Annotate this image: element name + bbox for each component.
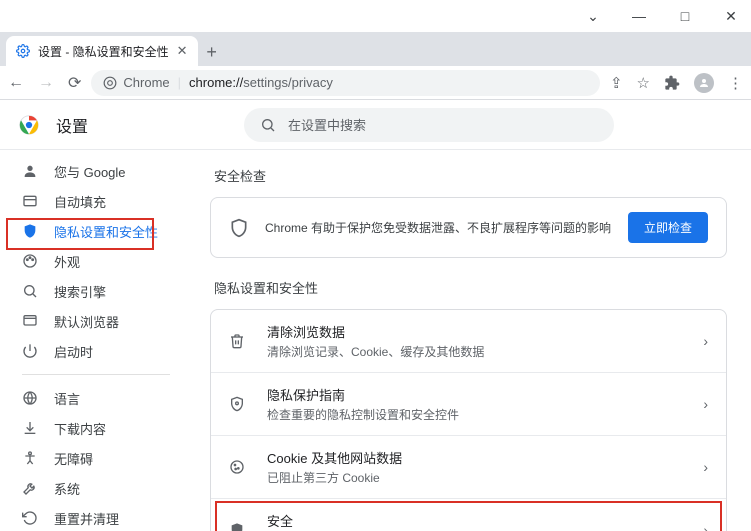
accessibility-icon — [22, 450, 40, 466]
sidebar-item-label: 自动填充 — [54, 192, 106, 211]
safety-check-card: Chrome 有助于保护您免受数据泄露、不良扩展程序等问题的影响 立即检查 — [210, 197, 727, 258]
settings-header: 设置 在设置中搜索 — [0, 100, 751, 150]
search-icon — [22, 283, 40, 299]
extensions-icon[interactable] — [664, 75, 680, 91]
sidebar-item-power[interactable]: 启动时 — [0, 336, 172, 366]
browser-icon — [22, 313, 40, 329]
run-safety-check-button[interactable]: 立即检查 — [628, 212, 708, 243]
settings-search[interactable]: 在设置中搜索 — [244, 108, 614, 142]
share-icon[interactable]: ⇪ — [610, 74, 623, 92]
content-area: 安全检查 Chrome 有助于保护您免受数据泄露、不良扩展程序等问题的影响 立即… — [186, 150, 751, 531]
search-placeholder: 在设置中搜索 — [288, 115, 366, 134]
row-title: 安全 — [267, 511, 685, 530]
sidebar-item-label: 下载内容 — [54, 419, 106, 438]
window-dropdown[interactable]: ⌄ — [579, 8, 607, 25]
palette-icon — [22, 253, 40, 269]
privacy-list: 清除浏览数据清除浏览记录、Cookie、缓存及其他数据›隐私保护指南检查重要的隐… — [210, 309, 727, 531]
sidebar-item-search[interactable]: 搜索引擎 — [0, 276, 172, 306]
row-body: Cookie 及其他网站数据已阻止第三方 Cookie — [267, 448, 685, 486]
tab-settings[interactable]: 设置 - 隐私设置和安全性 ✕ — [6, 36, 198, 66]
row-title: 隐私保护指南 — [267, 385, 685, 404]
gear-icon — [16, 44, 30, 58]
privacy-row-guide[interactable]: 隐私保护指南检查重要的隐私控制设置和安全控件 › — [211, 372, 726, 435]
chrome-badge-icon: Chrome — [103, 75, 169, 90]
row-title: Cookie 及其他网站数据 — [267, 448, 685, 467]
window-controls: ⌄ — □ ✕ — [0, 0, 751, 32]
trash-icon — [229, 333, 249, 349]
autofill-icon — [22, 193, 40, 209]
chevron-right-icon: › — [703, 522, 708, 531]
section-title-safety-check: 安全检查 — [214, 166, 727, 185]
url-field[interactable]: Chrome | chrome://settings/privacy — [91, 70, 600, 96]
sidebar-item-shield[interactable]: 隐私设置和安全性 — [0, 216, 172, 246]
new-tab-button[interactable]: + — [198, 38, 226, 66]
forward-button[interactable]: → — [38, 74, 54, 92]
guide-icon — [229, 396, 249, 412]
cookie-icon — [229, 459, 249, 475]
sidebar-item-accessibility[interactable]: 无障碍 — [0, 443, 172, 473]
power-icon — [22, 343, 40, 359]
sidebar-item-label: 无障碍 — [54, 449, 93, 468]
row-body: 清除浏览数据清除浏览记录、Cookie、缓存及其他数据 — [267, 322, 685, 360]
sidebar-divider — [22, 374, 170, 375]
tab-title: 设置 - 隐私设置和安全性 — [38, 43, 169, 60]
sidebar-item-label: 外观 — [54, 252, 80, 271]
privacy-row-shield[interactable]: 安全安全浏览（保护您免受危险网站的侵害）和其他安全设置 › — [211, 498, 726, 531]
globe-icon — [22, 390, 40, 406]
sidebar: 您与 Google 自动填充隐私设置和安全性外观搜索引擎默认浏览器启动时 语言下载… — [0, 150, 186, 531]
row-subtitle: 检查重要的隐私控制设置和安全控件 — [267, 406, 685, 423]
sidebar-item-person[interactable]: 您与 Google — [0, 156, 172, 186]
wrench-icon — [22, 480, 40, 496]
sidebar-item-label: 语言 — [54, 389, 80, 408]
row-title: 清除浏览数据 — [267, 322, 685, 341]
menu-icon[interactable]: ⋮ — [728, 74, 743, 92]
sidebar-item-browser[interactable]: 默认浏览器 — [0, 306, 172, 336]
shield-icon — [229, 218, 249, 238]
sidebar-item-reset[interactable]: 重置并清理 — [0, 503, 172, 531]
sidebar-item-label: 默认浏览器 — [54, 312, 119, 331]
back-button[interactable]: ← — [8, 74, 24, 92]
avatar[interactable] — [694, 73, 714, 93]
window-close[interactable]: ✕ — [717, 8, 745, 25]
chevron-right-icon: › — [703, 396, 708, 412]
address-bar: ← → ⟳ Chrome | chrome://settings/privacy… — [0, 66, 751, 100]
close-icon[interactable]: ✕ — [177, 43, 188, 59]
person-icon — [22, 163, 40, 179]
search-icon — [260, 117, 276, 133]
sidebar-item-autofill[interactable]: 自动填充 — [0, 186, 172, 216]
chevron-right-icon: › — [703, 333, 708, 349]
row-subtitle: 已阻止第三方 Cookie — [267, 469, 685, 486]
sidebar-item-label: 您与 Google — [54, 162, 126, 181]
sidebar-item-label: 系统 — [54, 479, 80, 498]
row-body: 隐私保护指南检查重要的隐私控制设置和安全控件 — [267, 385, 685, 423]
sidebar-item-download[interactable]: 下载内容 — [0, 413, 172, 443]
sidebar-item-label: 重置并清理 — [54, 509, 119, 528]
reset-icon — [22, 510, 40, 526]
sidebar-item-palette[interactable]: 外观 — [0, 246, 172, 276]
shield-icon — [22, 223, 40, 239]
window-maximize[interactable]: □ — [671, 8, 699, 24]
chevron-right-icon: › — [703, 459, 708, 475]
sidebar-item-globe[interactable]: 语言 — [0, 383, 172, 413]
privacy-row-trash[interactable]: 清除浏览数据清除浏览记录、Cookie、缓存及其他数据 › — [211, 310, 726, 372]
chrome-logo-icon — [18, 114, 40, 136]
safety-check-text: Chrome 有助于保护您免受数据泄露、不良扩展程序等问题的影响 — [265, 219, 612, 236]
download-icon — [22, 420, 40, 436]
privacy-row-cookie[interactable]: Cookie 及其他网站数据已阻止第三方 Cookie › — [211, 435, 726, 498]
sidebar-item-label: 启动时 — [54, 342, 93, 361]
reload-button[interactable]: ⟳ — [68, 73, 81, 93]
sidebar-item-label: 搜索引擎 — [54, 282, 106, 301]
row-subtitle: 清除浏览记录、Cookie、缓存及其他数据 — [267, 343, 685, 360]
star-icon[interactable]: ☆ — [637, 74, 650, 92]
row-body: 安全安全浏览（保护您免受危险网站的侵害）和其他安全设置 — [267, 511, 685, 531]
window-minimize[interactable]: — — [625, 8, 653, 24]
tab-strip: 设置 - 隐私设置和安全性 ✕ + — [0, 32, 751, 66]
shield-icon — [229, 522, 249, 531]
sidebar-item-label: 隐私设置和安全性 — [54, 222, 158, 241]
section-title-privacy: 隐私设置和安全性 — [214, 278, 727, 297]
page-title: 设置 — [56, 113, 88, 137]
sidebar-item-wrench[interactable]: 系统 — [0, 473, 172, 503]
